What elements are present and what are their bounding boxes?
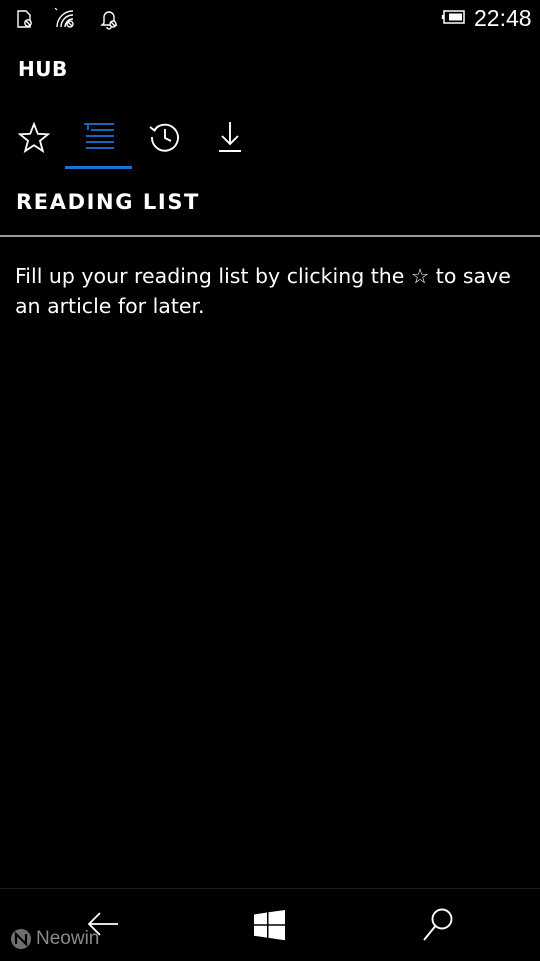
battery-icon [441, 8, 467, 26]
wifi-icon [54, 8, 76, 30]
search-button[interactable] [407, 901, 467, 949]
selected-tab-indicator [65, 166, 132, 169]
start-button[interactable] [239, 901, 299, 949]
history-icon [149, 123, 179, 152]
tab-history[interactable] [132, 110, 196, 168]
sim-off-icon [14, 8, 36, 30]
star-icon [18, 122, 50, 154]
section-title: READING LIST [16, 190, 200, 214]
page-title: HUB [18, 57, 68, 81]
tab-downloads[interactable] [197, 110, 261, 168]
status-bar: 22:48 [0, 0, 540, 36]
status-time: 22:48 [474, 5, 532, 31]
search-icon [423, 908, 453, 941]
quiet-hours-icon [98, 8, 120, 30]
tab-reading-list[interactable] [66, 110, 130, 168]
download-icon [219, 122, 241, 152]
windows-logo-icon [254, 910, 285, 941]
watermark-text: Neowin [36, 928, 100, 949]
neowin-logo-icon [11, 929, 31, 949]
divider [0, 235, 540, 237]
reading-list-icon [84, 123, 114, 149]
empty-state-message: Fill up your reading list by clicking th… [15, 264, 511, 318]
tab-favorites[interactable] [2, 110, 66, 168]
